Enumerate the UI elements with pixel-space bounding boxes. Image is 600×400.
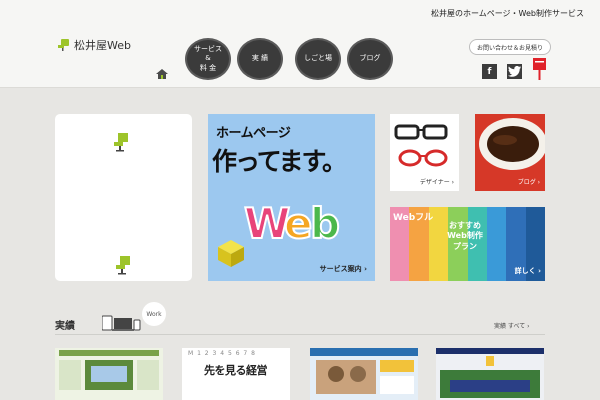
works-all-link[interactable]: 実績 すべて › bbox=[494, 321, 530, 330]
designer-card[interactable]: デザイナー › bbox=[390, 114, 459, 191]
nav-blog-button[interactable]: ブログ bbox=[347, 38, 393, 80]
logo-text: 松井屋Web bbox=[74, 39, 131, 52]
cube-icon bbox=[218, 240, 244, 267]
nav-workplace-button[interactable]: しごと場 bbox=[295, 38, 341, 80]
facebook-glyph: f bbox=[487, 66, 492, 77]
webful-plan-text: おすすめ Web制作 プラン bbox=[430, 221, 500, 252]
twitter-bird-icon bbox=[508, 66, 521, 77]
site-header: 松井屋のホームページ・Web制作サービス 松井屋Web サービス & 料 金 実… bbox=[0, 0, 600, 88]
banner-title-large: 作ってます。 bbox=[212, 147, 347, 176]
work-thumbnail[interactable] bbox=[55, 348, 163, 400]
webful-more-link[interactable]: 詳しく › bbox=[515, 266, 541, 276]
site-logo[interactable]: 松井屋Web bbox=[57, 37, 131, 53]
work-bubble: Work bbox=[142, 302, 166, 326]
twitter-icon[interactable] bbox=[507, 64, 522, 79]
chair-logo-icon bbox=[58, 38, 69, 51]
thumb-subtitle: M 1 2 3 4 5 6 7 8 bbox=[188, 350, 256, 357]
web-balloon-text: W e b bbox=[244, 198, 341, 248]
nav-works-button[interactable]: 実 績 bbox=[237, 38, 283, 80]
section-divider bbox=[55, 334, 545, 335]
svg-text:b: b bbox=[310, 199, 340, 248]
devices-icon bbox=[102, 315, 141, 331]
work-thumbnail[interactable] bbox=[436, 348, 544, 400]
nav-services-line3: 料 金 bbox=[199, 63, 217, 72]
blog-card[interactable]: ブログ › bbox=[475, 114, 545, 191]
mailbox-icon[interactable] bbox=[533, 58, 546, 80]
service-info-link[interactable]: サービス案内 › bbox=[320, 264, 367, 274]
work-thumbnail-image bbox=[55, 348, 163, 400]
banner-title-small: ホームページ bbox=[216, 126, 291, 141]
homepage-service-banner[interactable]: ホームページ 作ってます。 W e b サービス案内 › bbox=[208, 114, 375, 281]
site-tagline: 松井屋のホームページ・Web制作サービス bbox=[430, 9, 584, 18]
thumb-title: 先を見る経営 bbox=[204, 364, 268, 377]
nav-services-line1: サービス bbox=[194, 44, 222, 53]
hero-left-card bbox=[55, 114, 192, 281]
work-thumbnail-image bbox=[310, 348, 418, 400]
webful-plan-banner[interactable]: Webフル おすすめ Web制作 プラン 詳しく › bbox=[390, 207, 545, 281]
work-thumbnail-image bbox=[436, 348, 544, 400]
nav-services-line2: & bbox=[205, 54, 211, 63]
contact-label: お問い合わせ＆お見積り bbox=[477, 44, 544, 52]
chair-icon bbox=[116, 256, 130, 275]
svg-text:e: e bbox=[284, 199, 313, 248]
webful-logo: Webフル bbox=[393, 213, 434, 223]
nav-services-button[interactable]: サービス & 料 金 bbox=[185, 38, 231, 80]
home-icon[interactable] bbox=[156, 69, 168, 79]
designer-label: デザイナー › bbox=[419, 179, 454, 186]
works-section-title: 実績 bbox=[55, 321, 75, 332]
nav-works-label: 実 績 bbox=[251, 54, 269, 63]
facebook-icon[interactable]: f bbox=[482, 64, 497, 79]
glasses-icon bbox=[394, 124, 448, 167]
work-thumbnail[interactable] bbox=[310, 348, 418, 400]
work-thumbnail[interactable]: M 1 2 3 4 5 6 7 8 先を見る経営 bbox=[182, 348, 290, 400]
blog-label: ブログ › bbox=[517, 179, 540, 186]
chair-icon bbox=[114, 133, 128, 152]
nav-blog-label: ブログ bbox=[359, 54, 381, 63]
webful-line3: プラン bbox=[453, 241, 477, 251]
nav-workplace-label: しごと場 bbox=[304, 54, 332, 63]
webful-line1: おすすめ bbox=[449, 221, 481, 230]
webful-line2: Web制作 bbox=[447, 231, 483, 241]
contact-button[interactable]: お問い合わせ＆お見積り bbox=[469, 39, 552, 55]
